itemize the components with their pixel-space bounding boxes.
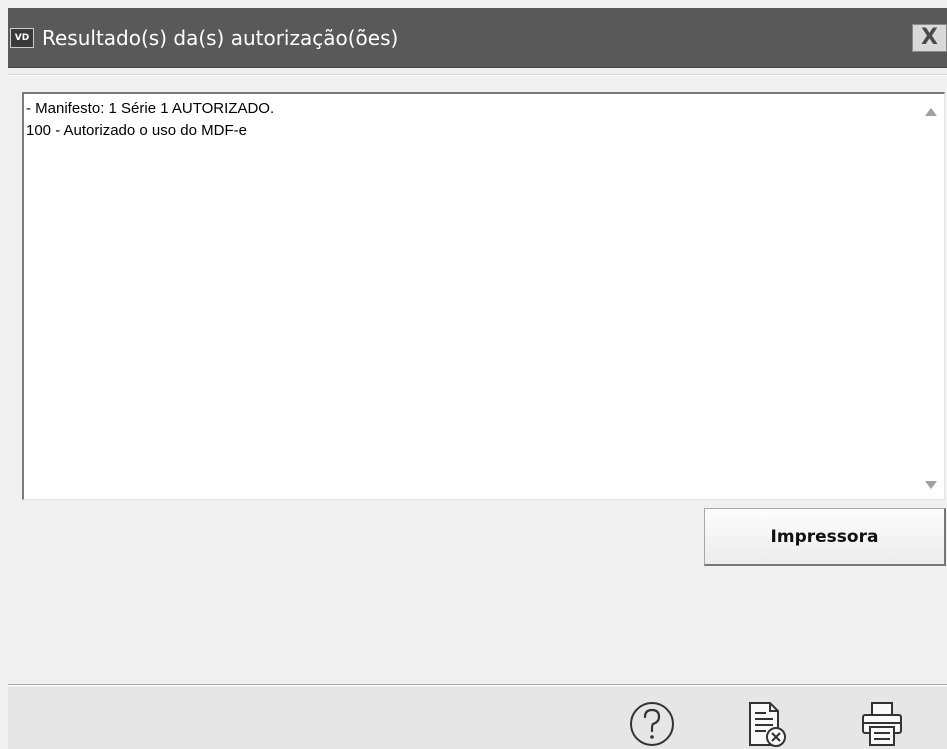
help-icon[interactable] [628,699,676,749]
result-line: 100 - Autorizado o uso do MDF-e [26,122,247,139]
bottom-toolbar [8,687,947,749]
close-icon: X [921,25,938,50]
printer-icon[interactable] [858,699,906,749]
document-cancel-icon[interactable] [744,699,792,749]
title-bar[interactable]: VD Resultado(s) da(s) autorização(ões) X [8,8,947,68]
vertical-scrollbar[interactable] [916,94,944,499]
scroll-up-arrow-icon[interactable] [925,108,937,116]
result-text: - Manifesto: 1 Série 1 AUTORIZADO. 100 - … [26,98,906,142]
result-memo[interactable]: - Manifesto: 1 Série 1 AUTORIZADO. 100 - … [22,92,945,500]
app-icon: VD [10,28,34,48]
printer-button[interactable]: Impressora [704,508,946,566]
window-title: Resultado(s) da(s) autorização(ões) [42,26,399,50]
dialog-window: VD Resultado(s) da(s) autorização(ões) X… [8,8,947,749]
top-divider [8,74,947,76]
close-button[interactable]: X [912,24,947,52]
bottom-divider [8,684,947,686]
result-line: - Manifesto: 1 Série 1 AUTORIZADO. [26,100,275,117]
scroll-down-arrow-icon[interactable] [925,481,937,489]
